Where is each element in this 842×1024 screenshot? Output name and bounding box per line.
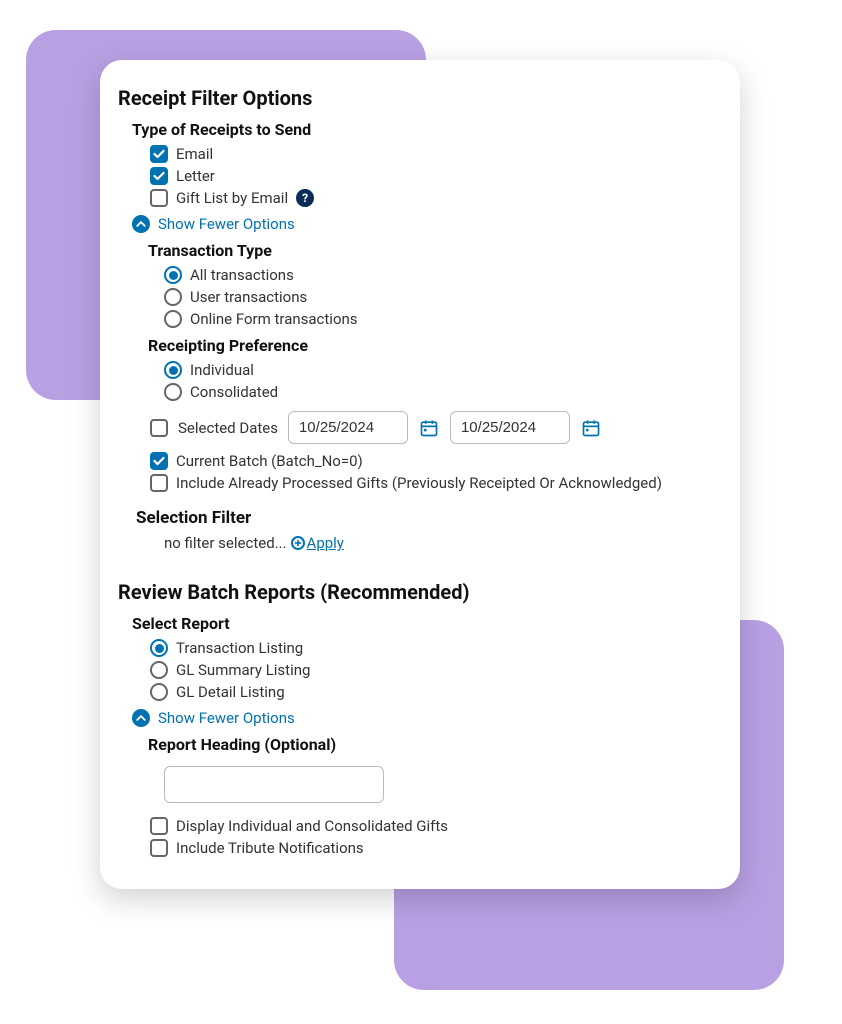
- transaction-listing-row: Transaction Listing: [150, 639, 712, 657]
- gl-summary-radio[interactable]: [150, 661, 168, 679]
- include-processed-label: Include Already Processed Gifts (Previou…: [176, 474, 662, 492]
- apply-label: Apply: [307, 534, 344, 552]
- apply-filter-link[interactable]: Apply: [291, 534, 344, 552]
- gift-list-checkbox[interactable]: [150, 189, 168, 207]
- individual-radio[interactable]: [164, 361, 182, 379]
- user-transactions-radio[interactable]: [164, 288, 182, 306]
- show-fewer-options-toggle[interactable]: Show Fewer Options: [132, 215, 712, 233]
- help-icon[interactable]: ?: [296, 189, 314, 207]
- current-batch-label: Current Batch (Batch_No=0): [176, 452, 363, 470]
- letter-checkbox[interactable]: [150, 167, 168, 185]
- individual-label: Individual: [190, 361, 254, 379]
- chevron-up-icon: [132, 215, 150, 233]
- calendar-icon[interactable]: [580, 417, 602, 439]
- gift-list-label: Gift List by Email: [176, 189, 288, 207]
- report-heading-heading: Report Heading (Optional): [148, 735, 712, 754]
- selection-filter-line: no filter selected... Apply: [164, 534, 712, 552]
- report-heading-input[interactable]: [164, 766, 384, 803]
- date-from-input[interactable]: [288, 411, 408, 444]
- letter-checkbox-row: Letter: [150, 167, 712, 185]
- transaction-listing-label: Transaction Listing: [176, 639, 303, 657]
- type-of-receipts-heading: Type of Receipts to Send: [132, 120, 712, 139]
- include-tribute-row: Include Tribute Notifications: [150, 839, 712, 857]
- check-icon: [153, 170, 165, 182]
- selection-filter-text: no filter selected...: [164, 534, 287, 552]
- email-checkbox-row: Email: [150, 145, 712, 163]
- selection-filter-heading: Selection Filter: [136, 508, 712, 528]
- display-ind-cons-row: Display Individual and Consolidated Gift…: [150, 817, 712, 835]
- letter-label: Letter: [176, 167, 215, 185]
- gl-detail-radio[interactable]: [150, 683, 168, 701]
- show-fewer-label-2: Show Fewer Options: [158, 709, 295, 727]
- display-ind-cons-checkbox[interactable]: [150, 817, 168, 835]
- options-card: Receipt Filter Options Type of Receipts …: [100, 60, 740, 889]
- gift-list-checkbox-row: Gift List by Email ?: [150, 189, 712, 207]
- all-trans-row: All transactions: [164, 266, 712, 284]
- transaction-type-heading: Transaction Type: [148, 241, 712, 260]
- chevron-up-icon: [132, 709, 150, 727]
- receipting-pref-heading: Receipting Preference: [148, 336, 712, 355]
- receipt-filter-title: Receipt Filter Options: [118, 86, 712, 110]
- consolidated-label: Consolidated: [190, 383, 278, 401]
- transaction-listing-radio[interactable]: [150, 639, 168, 657]
- date-to-input[interactable]: [450, 411, 570, 444]
- current-batch-row: Current Batch (Batch_No=0): [150, 452, 712, 470]
- review-batch-title: Review Batch Reports (Recommended): [118, 580, 712, 604]
- include-processed-checkbox[interactable]: [150, 474, 168, 492]
- all-transactions-radio[interactable]: [164, 266, 182, 284]
- gl-detail-row: GL Detail Listing: [150, 683, 712, 701]
- email-checkbox[interactable]: [150, 145, 168, 163]
- user-transactions-label: User transactions: [190, 288, 307, 306]
- gl-summary-label: GL Summary Listing: [176, 661, 310, 679]
- show-fewer-label: Show Fewer Options: [158, 215, 295, 233]
- gl-detail-label: GL Detail Listing: [176, 683, 285, 701]
- online-trans-row: Online Form transactions: [164, 310, 712, 328]
- check-icon: [153, 148, 165, 160]
- online-form-transactions-label: Online Form transactions: [190, 310, 358, 328]
- calendar-icon[interactable]: [418, 417, 440, 439]
- select-report-heading: Select Report: [132, 614, 712, 633]
- current-batch-checkbox[interactable]: [150, 452, 168, 470]
- check-icon: [153, 455, 165, 467]
- all-transactions-label: All transactions: [190, 266, 294, 284]
- consolidated-radio[interactable]: [164, 383, 182, 401]
- individual-row: Individual: [164, 361, 712, 379]
- gl-summary-row: GL Summary Listing: [150, 661, 712, 679]
- selected-dates-label: Selected Dates: [178, 419, 278, 437]
- online-form-transactions-radio[interactable]: [164, 310, 182, 328]
- plus-circle-icon: [291, 536, 305, 550]
- include-processed-row: Include Already Processed Gifts (Previou…: [150, 474, 712, 492]
- selected-dates-row: Selected Dates: [150, 411, 712, 444]
- include-tribute-checkbox[interactable]: [150, 839, 168, 857]
- display-ind-cons-label: Display Individual and Consolidated Gift…: [176, 817, 448, 835]
- include-tribute-label: Include Tribute Notifications: [176, 839, 364, 857]
- email-label: Email: [176, 145, 213, 163]
- consolidated-row: Consolidated: [164, 383, 712, 401]
- show-fewer-options-toggle-2[interactable]: Show Fewer Options: [132, 709, 712, 727]
- user-trans-row: User transactions: [164, 288, 712, 306]
- selected-dates-checkbox[interactable]: [150, 419, 168, 437]
